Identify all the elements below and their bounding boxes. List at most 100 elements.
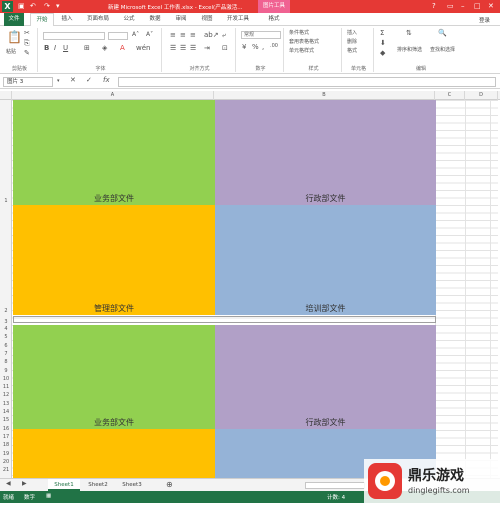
format-cells-button[interactable]: 格式 — [347, 47, 357, 54]
row-header-2[interactable]: 2 — [0, 308, 12, 314]
tab-format[interactable]: 格式 — [262, 13, 286, 26]
column-b-header[interactable]: B — [214, 91, 435, 100]
tab-page-layout[interactable]: 页面布局 — [82, 13, 114, 26]
enter-icon[interactable]: ✓ — [86, 76, 92, 84]
row-header-10[interactable]: 10 — [0, 376, 12, 382]
row-header-1[interactable]: 1 — [0, 198, 12, 204]
row-header-5[interactable]: 5 — [0, 334, 12, 340]
delete-cells-button[interactable]: 删除 — [347, 38, 357, 45]
row-header-17[interactable]: 17 — [0, 434, 12, 440]
color-block[interactable]: 行政部文件 — [215, 100, 436, 205]
cell-styles-button[interactable]: 单元格样式 — [289, 47, 314, 54]
decimal-icon[interactable]: .00 — [270, 43, 278, 49]
font-name-select[interactable] — [43, 32, 105, 40]
italic-icon[interactable]: I — [54, 44, 56, 52]
copy-icon[interactable]: ⎘ — [24, 39, 30, 48]
column-c-header[interactable]: C — [435, 91, 465, 100]
tab-formulas[interactable]: 公式 — [118, 13, 140, 26]
align-right-icon[interactable]: ☰ — [190, 44, 196, 52]
find-select-button[interactable]: 查找和选择 — [430, 46, 455, 53]
minimize-icon[interactable]: – — [461, 2, 465, 10]
align-top-icon[interactable]: ≡ — [170, 31, 176, 39]
increase-font-icon[interactable]: A˄ — [132, 31, 139, 38]
tab-view[interactable]: 视图 — [196, 13, 218, 26]
picture-selection-border[interactable] — [13, 316, 436, 323]
macro-record-icon[interactable]: ▦ — [46, 493, 51, 499]
merge-center-icon[interactable]: ⊡ — [222, 44, 228, 52]
select-all-corner[interactable] — [0, 91, 12, 100]
sheet-tab-3[interactable]: Sheet3 — [116, 479, 148, 491]
tab-review[interactable]: 审阅 — [170, 13, 192, 26]
redo-icon[interactable]: ↷ — [44, 2, 50, 10]
column-a-header[interactable]: A — [12, 91, 214, 100]
currency-icon[interactable]: ¥ — [242, 43, 246, 51]
column-d-header[interactable]: D — [465, 91, 498, 100]
paste-icon[interactable]: 📋 — [7, 30, 22, 44]
align-middle-icon[interactable]: ≡ — [180, 31, 186, 39]
indent-icon[interactable]: ⇥ — [204, 44, 210, 52]
font-size-select[interactable] — [108, 32, 128, 40]
row-header-4[interactable]: 4 — [0, 326, 12, 332]
tab-developer[interactable]: 开发工具 — [222, 13, 254, 26]
name-box-dropdown-icon[interactable]: ▾ — [57, 78, 60, 84]
sheet-tab-2[interactable]: Sheet2 — [82, 479, 114, 491]
conditional-format-button[interactable]: 条件格式 — [289, 29, 309, 36]
row-header-20[interactable]: 20 — [0, 459, 12, 465]
format-painter-icon[interactable]: ✎ — [24, 49, 30, 57]
color-block[interactable]: 业务部文件 — [13, 325, 215, 429]
autosum-icon[interactable]: Σ — [380, 29, 384, 37]
find-select-icon[interactable]: 🔍 — [438, 29, 447, 37]
sort-filter-icon[interactable]: ⇅ — [406, 29, 412, 37]
insert-function-icon[interactable]: fx — [103, 76, 110, 84]
tab-home[interactable]: 开始 — [30, 13, 54, 26]
row-header-13[interactable]: 13 — [0, 401, 12, 407]
row-header-12[interactable]: 12 — [0, 392, 12, 398]
row-header-18[interactable]: 18 — [0, 442, 12, 448]
orientation-icon[interactable]: ab↗ — [204, 31, 219, 39]
color-block[interactable]: 行政部文件 — [215, 325, 436, 429]
color-block[interactable]: 管理部文件 — [13, 205, 215, 315]
row-header-15[interactable]: 15 — [0, 417, 12, 423]
customize-qat-icon[interactable]: ▾ — [56, 2, 60, 10]
row-header-6[interactable]: 6 — [0, 343, 12, 349]
row-header-8[interactable]: 8 — [0, 359, 12, 365]
horizontal-scrollbar[interactable] — [305, 482, 365, 489]
table-format-button[interactable]: 套用表格格式 — [289, 38, 319, 45]
color-block[interactable]: 业务部文件 — [13, 100, 215, 205]
login-link[interactable]: 登录 — [479, 16, 490, 24]
cell-grid[interactable]: 业务部文件 行政部文件 管理部文件 培训部文件 业务部文件 行政部文件 — [12, 100, 498, 478]
row-header-14[interactable]: 14 — [0, 409, 12, 415]
row-header-11[interactable]: 11 — [0, 384, 12, 390]
undo-icon[interactable]: ↶ — [30, 2, 36, 10]
wrap-text-icon[interactable]: ⤶ — [222, 31, 226, 40]
name-box[interactable]: 图片 3 — [3, 77, 53, 87]
sheet-tab-1[interactable]: Sheet1 — [48, 479, 80, 491]
comma-icon[interactable]: , — [262, 43, 264, 51]
borders-icon[interactable]: ⊞ — [84, 44, 90, 52]
insert-cells-button[interactable]: 插入 — [347, 29, 357, 36]
sort-filter-button[interactable]: 排序和筛选 — [397, 46, 422, 53]
align-left-icon[interactable]: ☰ — [170, 44, 176, 52]
underline-icon[interactable]: U — [63, 44, 68, 52]
bold-icon[interactable]: B — [44, 44, 49, 52]
color-block[interactable]: 培训部文件 — [215, 205, 436, 315]
row-header-21[interactable]: 21 — [0, 467, 12, 473]
row-header-3[interactable]: 3 — [0, 319, 12, 325]
scroll-left-icon[interactable]: ◀ — [6, 480, 11, 487]
tab-insert[interactable]: 插入 — [56, 13, 78, 26]
phonetic-icon[interactable]: wén — [136, 44, 150, 52]
add-sheet-icon[interactable]: ⊕ — [166, 480, 173, 489]
tab-file[interactable]: 文件 — [4, 13, 24, 26]
formula-input[interactable] — [118, 77, 496, 87]
paste-button[interactable]: 粘贴 — [6, 48, 16, 55]
ribbon-options-icon[interactable]: ▭ — [447, 2, 454, 10]
clear-icon[interactable]: ◆ — [380, 49, 385, 57]
row-header-7[interactable]: 7 — [0, 351, 12, 357]
save-icon[interactable]: ▣ — [18, 2, 25, 10]
row-header-9[interactable]: 9 — [0, 368, 12, 374]
percent-icon[interactable]: % — [252, 43, 259, 51]
align-center-icon[interactable]: ☰ — [180, 44, 186, 52]
close-icon[interactable]: ✕ — [488, 2, 494, 10]
fill-color-icon[interactable]: ◈ — [102, 44, 107, 52]
cancel-icon[interactable]: ✕ — [70, 76, 76, 84]
